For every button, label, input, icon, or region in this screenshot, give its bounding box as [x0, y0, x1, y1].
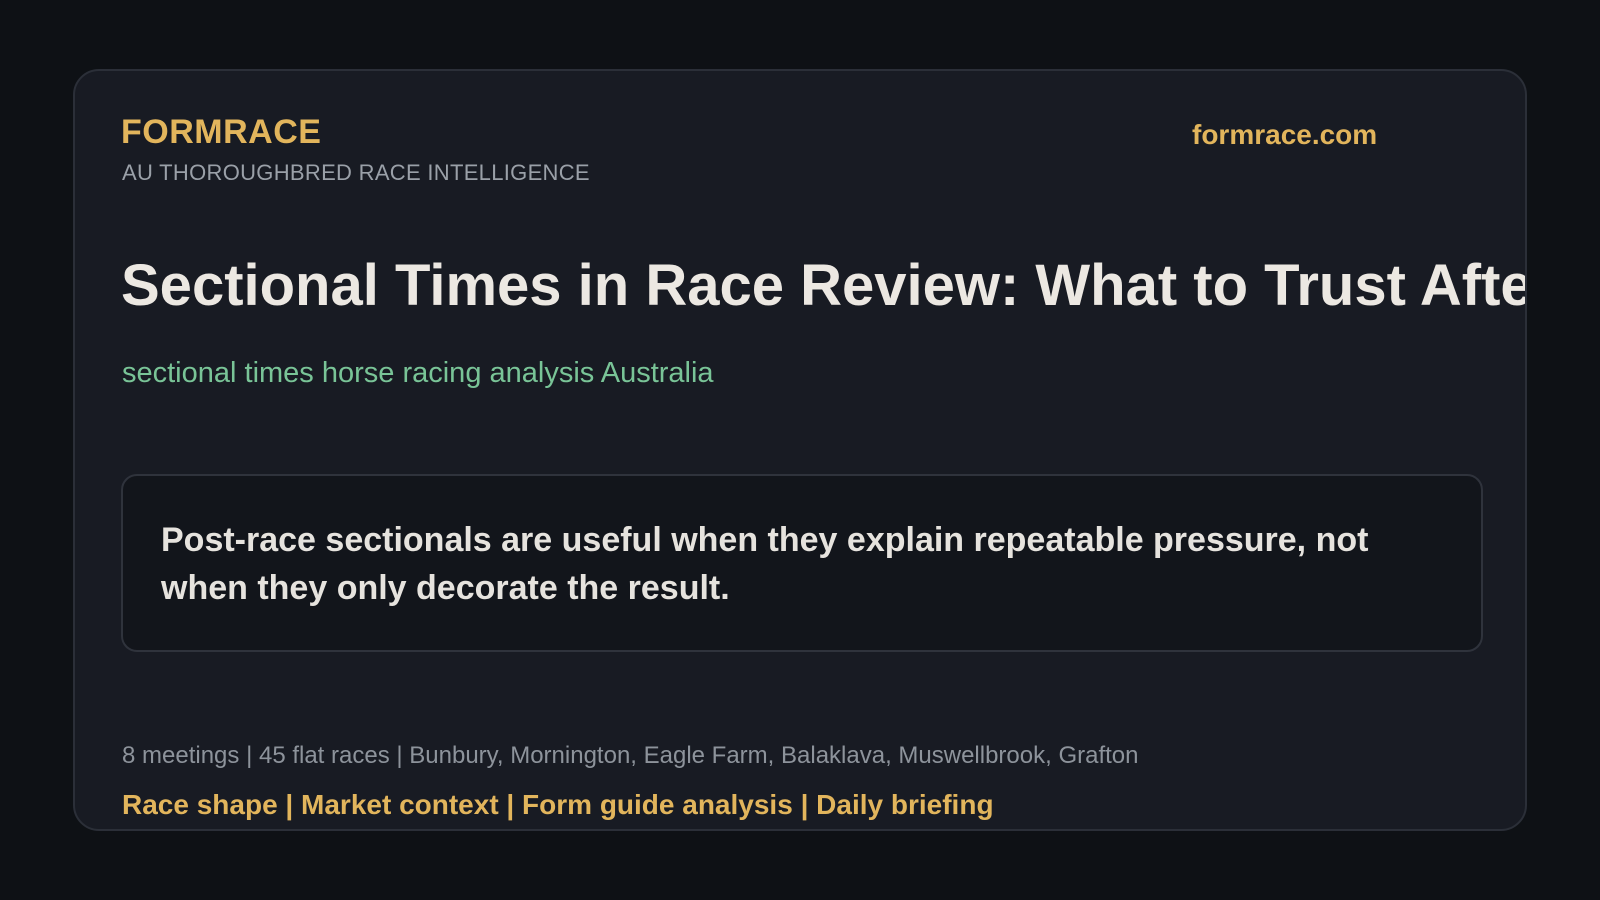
topic-links: Race shape | Market context | Form guide… — [122, 789, 994, 820]
brand-logo: FORMRACE — [121, 113, 322, 151]
brand-tagline: AU THOROUGHBRED RACE INTELLIGENCE — [122, 160, 590, 185]
share-card: FORMRACE AU THOROUGHBRED RACE INTELLIGEN… — [73, 69, 1527, 831]
site-link[interactable]: formrace.com — [1192, 121, 1377, 149]
pull-quote-box: Post-race sectionals are useful when the… — [121, 474, 1483, 652]
keyword-phrase: sectional times horse racing analysis Au… — [122, 357, 714, 389]
article-headline: Sectional Times in Race Review: What to … — [121, 253, 1527, 318]
pull-quote-text: Post-race sectionals are useful when the… — [161, 521, 1369, 607]
meeting-summary: 8 meetings | 45 flat races | Bunbury, Mo… — [122, 742, 1139, 769]
